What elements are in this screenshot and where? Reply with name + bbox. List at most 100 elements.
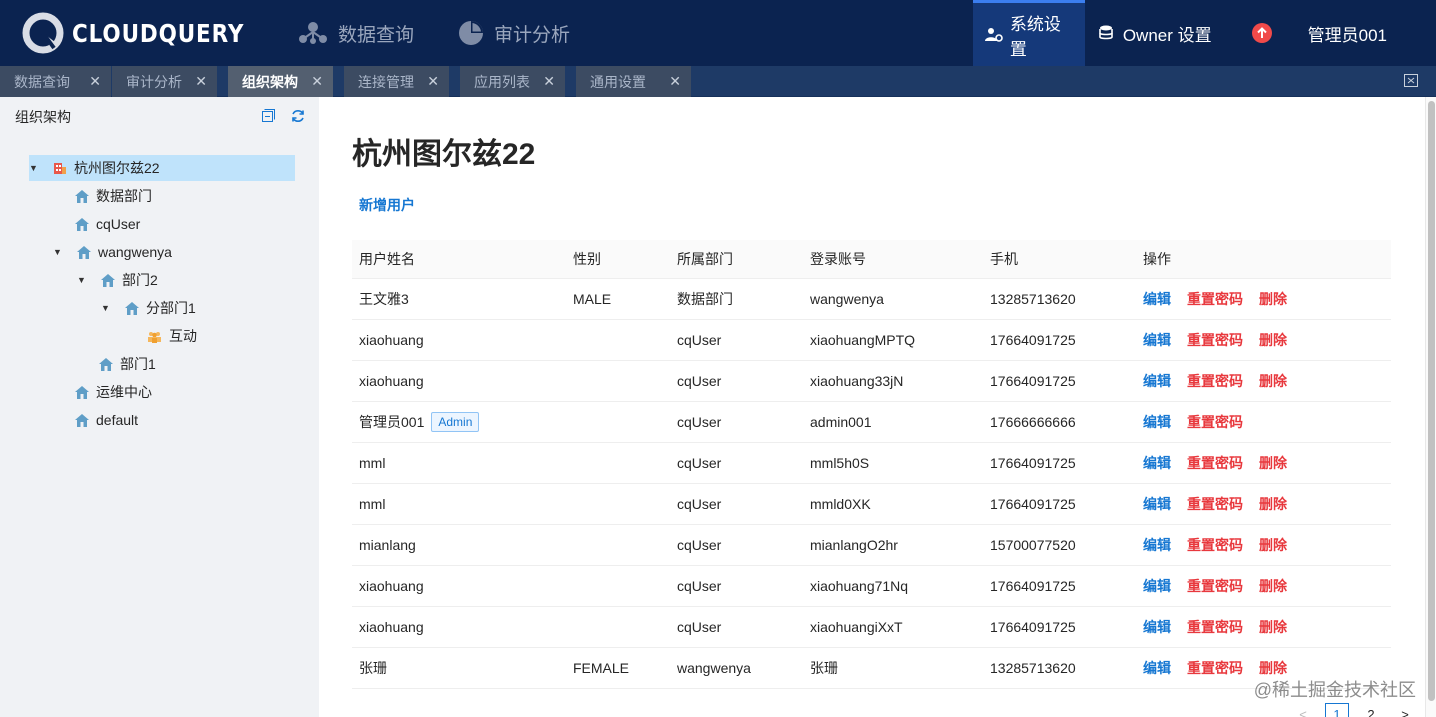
caret-down-icon[interactable]: ▼ bbox=[29, 163, 39, 173]
user-name: mianlang bbox=[359, 537, 416, 553]
admin-badge: Admin bbox=[431, 412, 480, 432]
edit-button[interactable]: 编辑 bbox=[1143, 576, 1171, 596]
delete-button[interactable]: 删除 bbox=[1259, 617, 1287, 637]
delete-button[interactable]: 删除 bbox=[1259, 576, 1287, 596]
close-icon[interactable]: ✕ bbox=[195, 73, 207, 90]
owner-settings-label: Owner 设置 bbox=[1122, 25, 1212, 45]
tree-node-hudong[interactable]: 互动 bbox=[147, 323, 197, 349]
user-name-cell: 王文雅3 bbox=[359, 279, 409, 319]
current-user-menu[interactable]: 管理员001 bbox=[1282, 0, 1436, 66]
reset-password-button[interactable]: 重置密码 bbox=[1187, 576, 1243, 596]
caret-down-icon[interactable]: ▼ bbox=[77, 275, 87, 285]
user-name-cell: xiaohuang bbox=[359, 361, 424, 401]
reset-password-button[interactable]: 重置密码 bbox=[1187, 289, 1243, 309]
add-user-button[interactable]: 新增用户 bbox=[359, 195, 415, 215]
tree-node-dept2[interactable]: ▼ 部门2 bbox=[77, 267, 158, 293]
tree-node-wangwenya[interactable]: ▼ wangwenya bbox=[53, 239, 172, 265]
tree-node-sub-dept1[interactable]: ▼ 分部门1 bbox=[101, 295, 196, 321]
delete-button[interactable]: 删除 bbox=[1259, 494, 1287, 514]
tab-general-settings[interactable]: 通用设置 ✕ bbox=[576, 66, 691, 97]
reset-password-button[interactable]: 重置密码 bbox=[1187, 658, 1243, 678]
edit-button[interactable]: 编辑 bbox=[1143, 289, 1171, 309]
edit-button[interactable]: 编辑 bbox=[1143, 617, 1171, 637]
close-icon[interactable]: ✕ bbox=[669, 73, 681, 90]
delete-button[interactable]: 删除 bbox=[1259, 453, 1287, 473]
tab-connection-management[interactable]: 连接管理 ✕ bbox=[344, 66, 449, 97]
tab-org-structure[interactable]: 组织架构 ✕ bbox=[228, 66, 333, 97]
user-name: xiaohuang bbox=[359, 332, 424, 348]
next-page-button[interactable]: > bbox=[1393, 703, 1417, 717]
nav-audit-analysis[interactable]: 审计分析 bbox=[458, 0, 570, 66]
actions-cell: 编辑 重置密码 bbox=[1143, 402, 1259, 442]
tab-audit-analysis[interactable]: 审计分析 ✕ bbox=[112, 66, 217, 97]
tree-node-cquser[interactable]: cqUser bbox=[75, 211, 140, 237]
phone-cell: 17666666666 bbox=[990, 414, 1076, 430]
tree-node-label: 数据部门 bbox=[96, 188, 152, 204]
edit-button[interactable]: 编辑 bbox=[1143, 535, 1171, 555]
collapse-all-icon[interactable] bbox=[262, 109, 275, 123]
upload-alert-button[interactable] bbox=[1224, 0, 1282, 66]
tree-node-label: cqUser bbox=[96, 216, 141, 232]
reset-password-button[interactable]: 重置密码 bbox=[1187, 617, 1243, 637]
delete-button[interactable]: 删除 bbox=[1259, 371, 1287, 391]
reset-password-button[interactable]: 重置密码 bbox=[1187, 494, 1243, 514]
page-2-button[interactable]: 2 bbox=[1359, 703, 1383, 717]
close-all-tabs-icon[interactable] bbox=[1404, 74, 1418, 87]
tree-node-ops-center[interactable]: 运维中心 bbox=[75, 379, 152, 405]
user-name-cell: xiaohuang bbox=[359, 320, 424, 360]
close-icon[interactable]: ✕ bbox=[427, 73, 439, 90]
system-settings-nav[interactable]: 系统设置 bbox=[972, 0, 1085, 66]
database-icon bbox=[1099, 25, 1115, 41]
tree-node-label: 部门1 bbox=[120, 356, 156, 372]
table-header: 用户姓名 性别 所属部门 登录账号 手机 操作 bbox=[352, 240, 1391, 279]
reset-password-button[interactable]: 重置密码 bbox=[1187, 453, 1243, 473]
account-cell: mianlangO2hr bbox=[810, 537, 898, 553]
close-icon[interactable]: ✕ bbox=[89, 73, 101, 90]
tree-node-data-dept[interactable]: 数据部门 bbox=[75, 183, 152, 209]
page-1-button[interactable]: 1 bbox=[1325, 703, 1349, 717]
reset-password-button[interactable]: 重置密码 bbox=[1187, 535, 1243, 555]
edit-button[interactable]: 编辑 bbox=[1143, 494, 1171, 514]
actions-cell: 编辑 重置密码 删除 bbox=[1143, 320, 1303, 360]
tree-node-label: 互动 bbox=[169, 328, 197, 344]
dept-cell: cqUser bbox=[677, 537, 722, 553]
reset-password-button[interactable]: 重置密码 bbox=[1187, 330, 1243, 350]
refresh-icon[interactable] bbox=[291, 109, 305, 123]
account-cell: wangwenya bbox=[810, 291, 884, 307]
owner-settings-nav[interactable]: Owner 设置 bbox=[1085, 0, 1224, 66]
scrollbar-thumb[interactable] bbox=[1428, 101, 1435, 701]
delete-button[interactable]: 删除 bbox=[1259, 289, 1287, 309]
phone-cell: 13285713620 bbox=[990, 291, 1076, 307]
edit-button[interactable]: 编辑 bbox=[1143, 412, 1171, 432]
close-icon[interactable]: ✕ bbox=[543, 73, 555, 90]
tab-data-query[interactable]: 数据查询 ✕ bbox=[0, 66, 111, 97]
tree-node-default[interactable]: default bbox=[75, 407, 138, 433]
system-settings-label: 系统设置 bbox=[1009, 14, 1061, 59]
reset-password-button[interactable]: 重置密码 bbox=[1187, 371, 1243, 391]
tab-app-list[interactable]: 应用列表 ✕ bbox=[460, 66, 565, 97]
account-cell: 张珊 bbox=[810, 660, 838, 676]
table-row: mml cqUser mml5h0S 17664091725 编辑 重置密码 删… bbox=[352, 443, 1391, 484]
caret-down-icon[interactable]: ▼ bbox=[53, 247, 63, 257]
account-cell: mmld0XK bbox=[810, 496, 871, 512]
tree-node-root[interactable]: ▼ 杭州图尔兹22 bbox=[29, 155, 295, 181]
close-icon[interactable]: ✕ bbox=[311, 73, 323, 90]
tree-node-dept1[interactable]: 部门1 bbox=[99, 351, 156, 377]
edit-button[interactable]: 编辑 bbox=[1143, 371, 1171, 391]
tree-node-label: 运维中心 bbox=[96, 384, 152, 400]
edit-button[interactable]: 编辑 bbox=[1143, 453, 1171, 473]
delete-button[interactable]: 删除 bbox=[1259, 330, 1287, 350]
nav-data-query[interactable]: 数据查询 bbox=[298, 0, 414, 66]
user-name-cell: 张珊 bbox=[359, 648, 387, 688]
user-name: xiaohuang bbox=[359, 373, 424, 389]
caret-down-icon[interactable]: ▼ bbox=[101, 303, 111, 313]
edit-button[interactable]: 编辑 bbox=[1143, 330, 1171, 350]
logo[interactable]: CLOUDQUERY bbox=[22, 12, 272, 54]
delete-button[interactable]: 删除 bbox=[1259, 535, 1287, 555]
delete-button[interactable]: 删除 bbox=[1259, 658, 1287, 678]
prev-page-button[interactable]: < bbox=[1291, 703, 1315, 717]
reset-password-button[interactable]: 重置密码 bbox=[1187, 412, 1243, 432]
edit-button[interactable]: 编辑 bbox=[1143, 658, 1171, 678]
user-name-cell: xiaohuang bbox=[359, 607, 424, 647]
main-scrollbar[interactable] bbox=[1425, 97, 1436, 717]
